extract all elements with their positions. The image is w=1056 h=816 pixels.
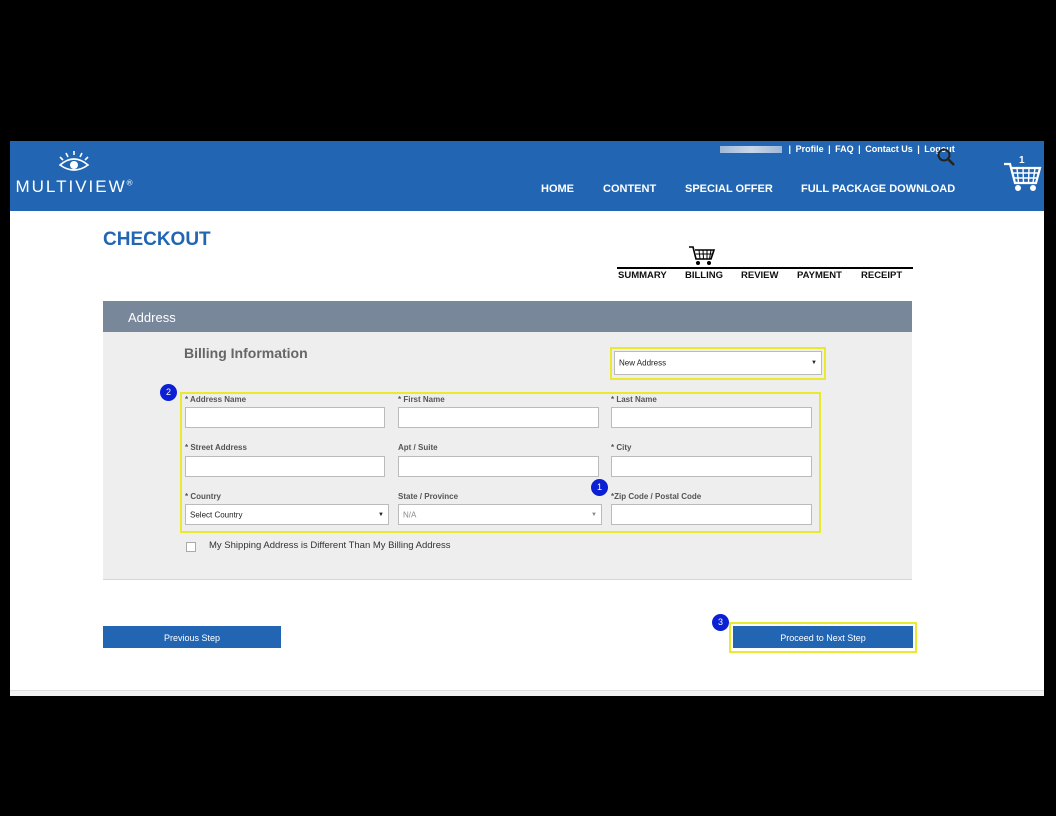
label-country: * Country: [185, 492, 221, 501]
search-icon[interactable]: [936, 147, 956, 167]
address-name-input[interactable]: [185, 407, 385, 428]
shipping-different-checkbox[interactable]: [186, 542, 196, 552]
step-billing: BILLING: [685, 270, 723, 281]
label-state-province: State / Province: [398, 492, 459, 501]
label-street-address: * Street Address: [185, 443, 247, 452]
chevron-down-icon: ▼: [591, 511, 597, 518]
label-apt-suite: Apt / Suite: [398, 443, 438, 452]
last-name-input[interactable]: [611, 407, 812, 428]
label-city: * City: [611, 443, 632, 452]
logo[interactable]: MULTIVIEW®: [12, 151, 136, 201]
chevron-down-icon: ▼: [378, 511, 384, 518]
nav-full-package-download[interactable]: FULL PACKAGE DOWNLOAD: [801, 183, 955, 195]
label-last-name: * Last Name: [611, 395, 657, 404]
contact-us-link[interactable]: Contact Us: [865, 144, 913, 154]
first-name-input[interactable]: [398, 407, 599, 428]
checkout-page: MULTIVIEW® | Profile | FAQ | Contact Us …: [10, 141, 1044, 696]
state-province-select[interactable]: N/A ▼: [398, 504, 602, 525]
nav-home[interactable]: HOME: [541, 183, 574, 195]
apt-suite-input[interactable]: [398, 456, 599, 477]
profile-link[interactable]: Profile: [796, 144, 824, 154]
site-header: MULTIVIEW® | Profile | FAQ | Contact Us …: [10, 141, 1044, 211]
proceed-to-next-step-button[interactable]: Proceed to Next Step: [733, 626, 913, 648]
label-address-name: * Address Name: [185, 395, 247, 404]
label-zip-code: *Zip Code / Postal Code: [611, 492, 702, 501]
nav-content[interactable]: CONTENT: [603, 183, 656, 195]
address-panel: Address Billing Information 1 New Addres…: [103, 301, 912, 580]
billing-information-title: Billing Information: [184, 345, 308, 361]
annotation-badge-2: 2: [160, 384, 177, 401]
faq-link[interactable]: FAQ: [835, 144, 854, 154]
label-first-name: * First Name: [398, 395, 445, 404]
steps-line: [617, 267, 913, 269]
chevron-down-icon: ▼: [811, 360, 817, 366]
masked-username: [720, 146, 782, 154]
street-address-input[interactable]: [185, 456, 385, 477]
nav-special-offer[interactable]: SPECIAL OFFER: [685, 183, 773, 195]
utility-links: | Profile | FAQ | Contact Us | Logout: [720, 144, 955, 158]
panel-header: Address: [103, 301, 912, 332]
annotation-badge-3: 3: [712, 614, 729, 631]
previous-step-button[interactable]: Previous Step: [103, 626, 281, 648]
step-payment: PAYMENT: [797, 270, 842, 281]
page-title: CHECKOUT: [103, 229, 211, 250]
logo-text: MULTIVIEW®: [15, 177, 133, 196]
shopping-cart-icon[interactable]: [1002, 155, 1042, 195]
cart-step-icon: [689, 246, 716, 265]
eye-logo-icon: [58, 151, 90, 171]
step-review: REVIEW: [741, 270, 779, 281]
address-select[interactable]: New Address ▼: [614, 351, 822, 375]
footer-divider: [10, 690, 1044, 696]
step-receipt: RECEIPT: [861, 270, 903, 281]
city-input[interactable]: [611, 456, 812, 477]
zip-code-input[interactable]: [611, 504, 812, 525]
shipping-different-label[interactable]: My Shipping Address is Different Than My…: [209, 540, 451, 551]
step-summary: SUMMARY: [618, 270, 667, 281]
country-select[interactable]: Select Country ▼: [185, 504, 389, 525]
checkout-steps: SUMMARY BILLING REVIEW PAYMENT RECEIPT: [617, 243, 913, 283]
